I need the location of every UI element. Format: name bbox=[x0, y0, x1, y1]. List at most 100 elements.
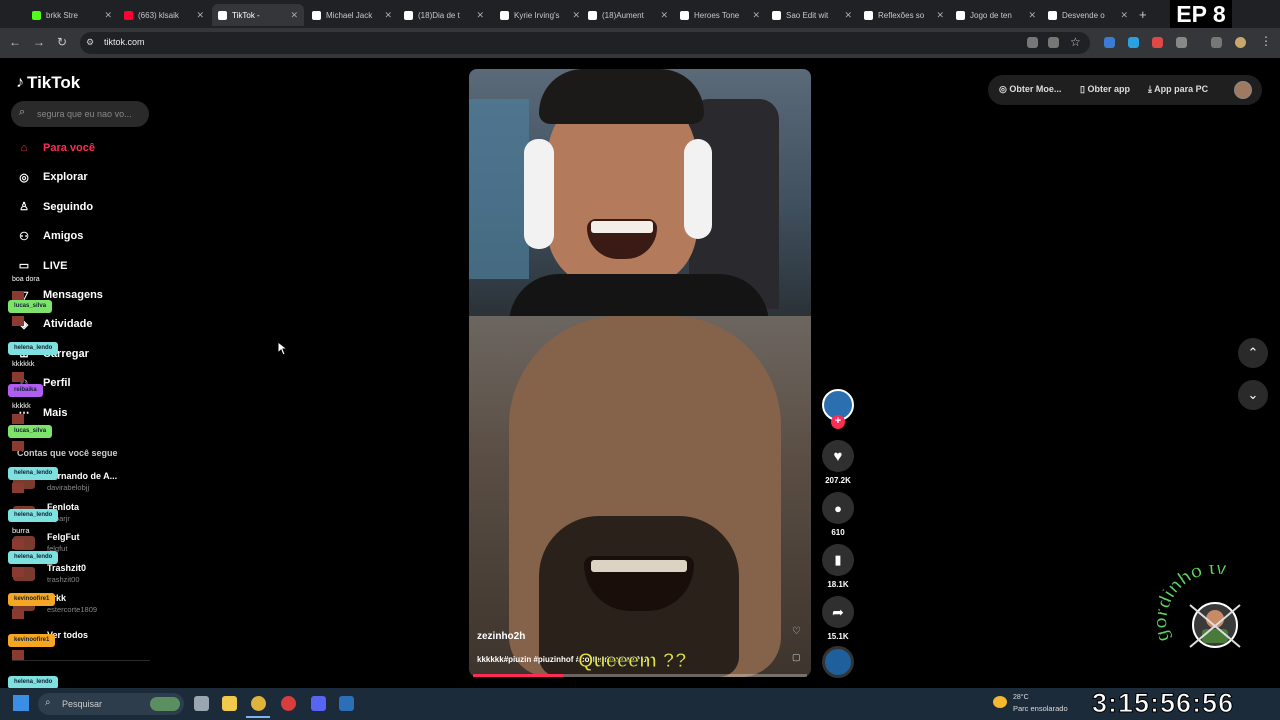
cast-icon[interactable] bbox=[1048, 37, 1059, 48]
browser-tab[interactable]: Heroes Tone ✕ bbox=[674, 4, 766, 26]
reload-icon[interactable]: ↻ bbox=[57, 35, 67, 49]
browser-menu-icon[interactable]: ⋮ bbox=[1260, 34, 1272, 48]
url-text[interactable]: tiktok.com bbox=[104, 37, 145, 47]
tab-close-icon[interactable]: ✕ bbox=[1028, 10, 1036, 21]
sidebar-item-7[interactable]: ◈ Atividade bbox=[15, 313, 93, 335]
sidebar-item-5[interactable]: ▭ LIVE bbox=[15, 255, 68, 277]
tab-favicon-icon bbox=[32, 10, 41, 20]
video-player[interactable] bbox=[469, 69, 811, 677]
save-button[interactable]: ▮ bbox=[822, 544, 854, 576]
follow-plus-button[interactable]: + bbox=[831, 415, 845, 429]
browser-tab[interactable]: (18)Aument ✕ bbox=[582, 4, 674, 26]
browser-tab[interactable]: Kyrie Irving's ✕ bbox=[494, 4, 586, 26]
extension-icon[interactable] bbox=[1104, 37, 1115, 48]
hair bbox=[539, 69, 704, 124]
weather-sun-icon bbox=[993, 696, 1007, 708]
translate-icon[interactable] bbox=[1027, 37, 1038, 48]
tab-favicon-icon bbox=[500, 10, 509, 20]
chat-username: helena_lendo bbox=[8, 551, 59, 564]
previous-video-button[interactable]: ⌃ bbox=[1238, 338, 1268, 368]
next-video-button[interactable]: ⌄ bbox=[1238, 380, 1268, 410]
caption-toggle-icon[interactable]: ▢ bbox=[792, 652, 801, 663]
tab-close-icon[interactable]: ✕ bbox=[476, 10, 484, 21]
tab-close-icon[interactable]: ✕ bbox=[936, 10, 944, 21]
browser-tab[interactable]: Michael Jack ✕ bbox=[306, 4, 398, 26]
phone-icon: ▯ bbox=[1080, 84, 1085, 94]
chat-badge-icon bbox=[12, 609, 24, 619]
tab-close-icon[interactable]: ✕ bbox=[752, 10, 760, 21]
sidebar-item-label: LIVE bbox=[43, 259, 68, 272]
sound-disc[interactable] bbox=[822, 646, 854, 678]
burned-in-subtitle: Queeem ?? bbox=[578, 650, 688, 673]
sidebar-item-1[interactable]: ⌂ Para você bbox=[15, 137, 95, 159]
extension-icon[interactable] bbox=[1128, 37, 1139, 48]
windows-start-icon[interactable] bbox=[13, 695, 29, 711]
compass-icon: ◎ bbox=[19, 171, 29, 184]
tab-close-icon[interactable]: ✕ bbox=[384, 10, 392, 21]
share-button[interactable]: ➦ bbox=[822, 596, 854, 628]
task-view-icon[interactable] bbox=[194, 696, 209, 711]
following-name[interactable]: FelgFut bbox=[47, 532, 80, 542]
browser-tab[interactable]: (663) klsaik ✕ bbox=[118, 4, 210, 26]
tiktok-logo[interactable]: ♪ TikTok bbox=[16, 73, 80, 93]
discord-icon[interactable] bbox=[311, 696, 326, 711]
teeth bbox=[591, 221, 653, 233]
pc-app-button[interactable]: ⤓ App para PC bbox=[1148, 84, 1208, 95]
tab-close-icon[interactable]: ✕ bbox=[104, 10, 112, 21]
tab-close-icon[interactable]: ✕ bbox=[196, 10, 204, 21]
like-button[interactable]: ♥ bbox=[822, 440, 854, 472]
comment-button[interactable]: ● bbox=[822, 492, 854, 524]
extensions-puzzle-icon[interactable] bbox=[1176, 37, 1187, 48]
profile-avatar[interactable] bbox=[1234, 81, 1252, 99]
browser-tab[interactable]: Reflexões so ✕ bbox=[858, 4, 950, 26]
sidebar-item-3[interactable]: ♙ Seguindo bbox=[15, 196, 93, 218]
tab-close-icon[interactable]: ✕ bbox=[290, 10, 298, 21]
new-tab-button[interactable]: + bbox=[1139, 7, 1147, 22]
reading-list-icon[interactable] bbox=[1211, 37, 1222, 48]
sidebar-item-2[interactable]: ◎ Explorar bbox=[15, 166, 87, 188]
chat-username: helena_lendo bbox=[8, 467, 59, 480]
search-placeholder: segura que eu nao vo... bbox=[37, 109, 132, 119]
chrome-icon[interactable] bbox=[251, 696, 266, 711]
get-coins-button[interactable]: ◎ Obter Moe... bbox=[999, 84, 1061, 95]
browser-tab[interactable]: Desvende o ✕ bbox=[1042, 4, 1134, 26]
weather-description[interactable]: Parc ensolarado bbox=[1013, 704, 1068, 713]
weather-temperature[interactable]: 28°C bbox=[1013, 694, 1029, 701]
tab-close-icon[interactable]: ✕ bbox=[844, 10, 852, 21]
get-app-button[interactable]: ▯ Obter app bbox=[1080, 84, 1130, 95]
tab-close-icon[interactable]: ✕ bbox=[572, 10, 580, 21]
file-explorer-icon[interactable] bbox=[222, 696, 237, 711]
chat-badge-icon bbox=[12, 372, 24, 382]
browser-tab[interactable]: Jogo de ten ✕ bbox=[950, 4, 1042, 26]
tab-close-icon[interactable]: ✕ bbox=[1120, 10, 1128, 21]
chat-badge-icon bbox=[12, 316, 24, 326]
browser-tab[interactable]: TikTok - ✕ bbox=[212, 4, 304, 26]
like-outline-icon[interactable]: ♡ bbox=[792, 626, 801, 637]
tab-close-icon[interactable]: ✕ bbox=[660, 10, 668, 21]
gordinho-tv-watermark: gordinho tv bbox=[1150, 565, 1241, 648]
back-icon[interactable]: ← bbox=[9, 35, 21, 49]
shelf-background bbox=[469, 99, 529, 279]
tab-label: Heroes Tone bbox=[694, 10, 740, 20]
taskbar-search-text: Pesquisar bbox=[62, 699, 103, 709]
site-info-icon[interactable]: ⚙ bbox=[86, 37, 94, 48]
app-icon[interactable] bbox=[281, 696, 296, 711]
browser-tab[interactable]: (18)Dia de t ✕ bbox=[398, 4, 490, 26]
active-app-indicator bbox=[246, 716, 270, 718]
chevron-up-icon: ⌃ bbox=[1247, 345, 1259, 360]
address-bar[interactable] bbox=[80, 32, 1090, 54]
video-author[interactable]: zezinho2h bbox=[477, 631, 525, 642]
video-progress-bar[interactable] bbox=[473, 674, 807, 677]
forward-icon[interactable]: → bbox=[33, 35, 45, 49]
bookmark-star-icon[interactable]: ☆ bbox=[1070, 35, 1081, 49]
app-icon[interactable] bbox=[339, 696, 354, 711]
browser-tab[interactable]: brkk Stre ✕ bbox=[26, 4, 118, 26]
browser-profile-icon[interactable] bbox=[1235, 37, 1246, 48]
following-name[interactable]: Trashzit0 bbox=[47, 563, 86, 573]
save-count: 18.1K bbox=[827, 580, 849, 589]
mouse-cursor-icon bbox=[277, 341, 287, 356]
browser-tab[interactable]: Sao Edit wit ✕ bbox=[766, 4, 858, 26]
extension-icon[interactable] bbox=[1152, 37, 1163, 48]
tab-label: Jogo de ten bbox=[970, 10, 1012, 20]
sidebar-item-4[interactable]: ⚇ Amigos bbox=[15, 225, 83, 247]
